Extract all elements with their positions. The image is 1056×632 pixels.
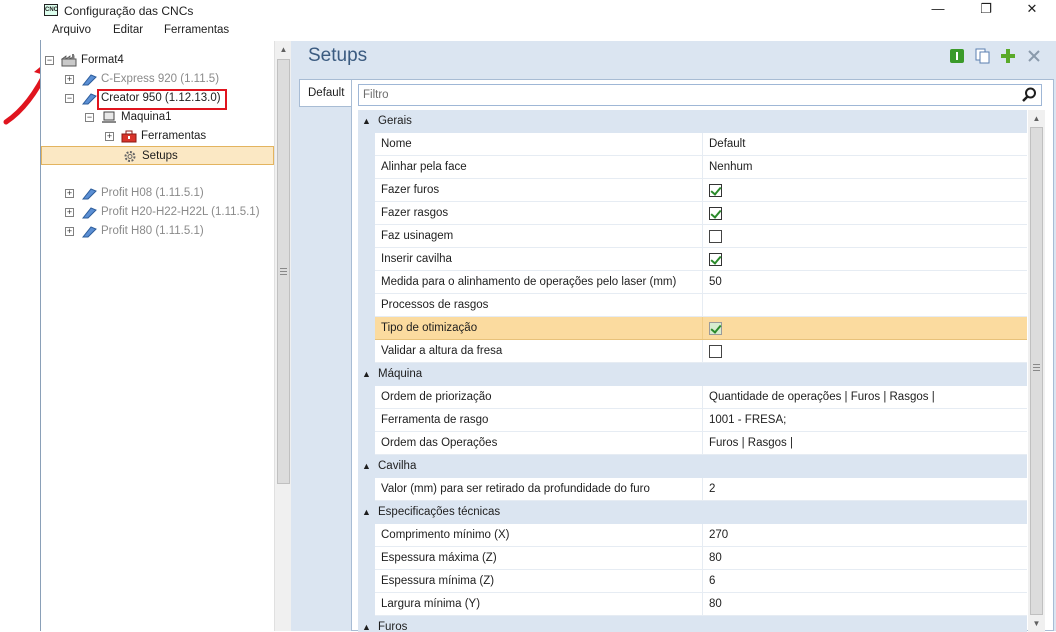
tree-node-ferramentas[interactable]: + Ferramentas bbox=[105, 127, 265, 146]
collapse-chevron-icon[interactable]: ▲ bbox=[362, 501, 371, 523]
property-row[interactable]: Medida para o alinhamento de operações p… bbox=[375, 271, 1027, 294]
category-gerais[interactable]: ▲ Gerais bbox=[358, 110, 1027, 133]
setups-panel: Setups Default Filtro ▲ Gerais Nome Defa… bbox=[296, 41, 1056, 632]
property-row[interactable]: Nome Default bbox=[375, 133, 1027, 156]
category-cavilha[interactable]: ▲ Cavilha bbox=[358, 455, 1027, 478]
category-maquina[interactable]: ▲ Máquina bbox=[358, 363, 1027, 386]
scroll-down-icon[interactable]: ▼ bbox=[1028, 615, 1045, 632]
maximize-button[interactable]: ❐ bbox=[964, 0, 1008, 20]
collapse-icon[interactable]: − bbox=[65, 94, 74, 103]
checkbox-faz-usinagem[interactable] bbox=[709, 230, 722, 243]
property-grid: ▲ Gerais Nome Default Alinhar pela face … bbox=[358, 110, 1027, 632]
tree-label-ferramentas: Ferramentas bbox=[141, 130, 207, 142]
tree-node-cexpress[interactable]: + C-Express 920 (1.11.5) bbox=[65, 70, 265, 89]
scroll-up-icon[interactable]: ▲ bbox=[275, 41, 292, 58]
property-row[interactable]: Ordem de priorização Quantidade de opera… bbox=[375, 386, 1027, 409]
property-row[interactable]: Alinhar pela face Nenhum bbox=[375, 156, 1027, 179]
property-row[interactable]: Espessura máxima (Z) 80 bbox=[375, 547, 1027, 570]
tree-label-setups: Setups bbox=[142, 150, 178, 162]
panel-title: Setups bbox=[308, 45, 368, 66]
tree-node-root[interactable]: − Format4 bbox=[45, 51, 265, 70]
machine-icon bbox=[81, 74, 97, 86]
property-row[interactable]: Faz usinagem bbox=[375, 225, 1027, 248]
collapse-chevron-icon[interactable]: ▲ bbox=[362, 455, 371, 477]
tree-label-profit-h80: Profit H80 (1.11.5.1) bbox=[101, 225, 204, 237]
tree-node-profit-h08[interactable]: + Profit H08 (1.11.5.1) bbox=[65, 184, 270, 203]
tree-label-profit-h20: Profit H20-H22-H22L (1.11.5.1) bbox=[101, 206, 260, 218]
collapse-icon[interactable]: − bbox=[45, 56, 54, 65]
expand-icon[interactable]: + bbox=[65, 75, 74, 84]
property-row[interactable]: Largura mínima (Y) 80 bbox=[375, 593, 1027, 616]
expand-icon[interactable]: + bbox=[65, 189, 74, 198]
property-content: Filtro ▲ Gerais Nome Default Alinhar pel… bbox=[351, 79, 1054, 632]
machine-tree: − Format4 + C-Express 920 (1.11.5) − Cre… bbox=[41, 41, 274, 631]
add-icon[interactable] bbox=[1000, 48, 1016, 64]
filter-input[interactable]: Filtro bbox=[358, 84, 1042, 106]
highlight-box bbox=[97, 89, 227, 110]
tree-label-root: Format4 bbox=[81, 54, 124, 66]
property-row-selected[interactable]: Tipo de otimização bbox=[375, 317, 1027, 340]
tree-node-setups[interactable]: Setups bbox=[41, 146, 274, 165]
menu-ferramentas[interactable]: Ferramentas bbox=[164, 24, 229, 36]
filter-placeholder: Filtro bbox=[363, 89, 389, 101]
checkbox-inserir-cavilha[interactable] bbox=[709, 253, 722, 266]
scroll-up-icon[interactable]: ▲ bbox=[1028, 110, 1045, 127]
machine-icon bbox=[81, 188, 97, 200]
property-row[interactable]: Espessura mínima (Z) 6 bbox=[375, 570, 1027, 593]
tab-default[interactable]: Default bbox=[299, 79, 351, 107]
category-especificacoes[interactable]: ▲ Especificações técnicas bbox=[358, 501, 1027, 524]
tree-node-maquina[interactable]: − Maquina1 bbox=[85, 108, 265, 127]
scroll-thumb[interactable] bbox=[1030, 127, 1043, 615]
minimize-button[interactable]: — bbox=[916, 0, 960, 20]
scroll-thumb[interactable] bbox=[277, 59, 290, 484]
delete-icon[interactable] bbox=[1026, 48, 1042, 64]
property-row[interactable]: Validar a altura da fresa bbox=[375, 340, 1027, 363]
property-row[interactable]: Ordem das Operações Furos | Rasgos | bbox=[375, 432, 1027, 455]
machine-icon bbox=[81, 93, 97, 105]
checkbox-tipo-otimizacao[interactable] bbox=[709, 322, 722, 335]
tree-node-profit-h20[interactable]: + Profit H20-H22-H22L (1.11.5.1) bbox=[65, 203, 274, 222]
collapse-icon[interactable]: − bbox=[85, 113, 94, 122]
checkbox-validar-altura[interactable] bbox=[709, 345, 722, 358]
property-row[interactable]: Comprimento mínimo (X) 270 bbox=[375, 524, 1027, 547]
tree-label-profit-h08: Profit H08 (1.11.5.1) bbox=[101, 187, 204, 199]
machine-icon bbox=[81, 207, 97, 219]
expand-icon[interactable]: + bbox=[65, 227, 74, 236]
factory-icon bbox=[61, 54, 77, 67]
close-window-button[interactable]: ✕ bbox=[1010, 0, 1054, 20]
checkbox-fazer-rasgos[interactable] bbox=[709, 207, 722, 220]
tree-label-cexpress: C-Express 920 (1.11.5) bbox=[101, 73, 220, 85]
machine-icon bbox=[81, 226, 97, 238]
property-row[interactable]: Processos de rasgos bbox=[375, 294, 1027, 317]
title-bar: CNC Configuração das CNCs — ❐ ✕ bbox=[40, 0, 1056, 22]
info-icon[interactable] bbox=[949, 48, 965, 64]
search-icon[interactable] bbox=[1021, 87, 1037, 103]
category-furos[interactable]: ▲ Furos bbox=[358, 616, 1027, 632]
expand-icon[interactable]: + bbox=[105, 132, 114, 141]
menu-bar: Arquivo Editar Ferramentas bbox=[40, 22, 1056, 41]
window-title: Configuração das CNCs bbox=[64, 4, 194, 18]
collapse-chevron-icon[interactable]: ▲ bbox=[362, 616, 371, 632]
checkbox-fazer-furos[interactable] bbox=[709, 184, 722, 197]
tree-label-maquina: Maquina1 bbox=[121, 111, 172, 123]
expand-icon[interactable]: + bbox=[65, 208, 74, 217]
app-icon: CNC bbox=[44, 4, 58, 16]
menu-editar[interactable]: Editar bbox=[113, 24, 143, 36]
copy-icon[interactable] bbox=[975, 48, 991, 64]
collapse-chevron-icon[interactable]: ▲ bbox=[362, 110, 371, 132]
property-row[interactable]: Inserir cavilha bbox=[375, 248, 1027, 271]
property-row[interactable]: Fazer rasgos bbox=[375, 202, 1027, 225]
toolbox-icon bbox=[121, 130, 137, 143]
menu-arquivo[interactable]: Arquivo bbox=[52, 24, 91, 36]
property-row[interactable]: Valor (mm) para ser retirado da profundi… bbox=[375, 478, 1027, 501]
gear-icon bbox=[124, 151, 136, 162]
collapse-chevron-icon[interactable]: ▲ bbox=[362, 363, 371, 385]
grid-scrollbar[interactable]: ▲ ▼ bbox=[1028, 110, 1045, 632]
computer-icon bbox=[102, 111, 116, 123]
property-row[interactable]: Ferramenta de rasgo 1001 - FRESA; bbox=[375, 409, 1027, 432]
tree-scrollbar[interactable]: ▲ bbox=[274, 41, 291, 631]
property-row[interactable]: Fazer furos bbox=[375, 179, 1027, 202]
tree-node-profit-h80[interactable]: + Profit H80 (1.11.5.1) bbox=[65, 222, 270, 241]
